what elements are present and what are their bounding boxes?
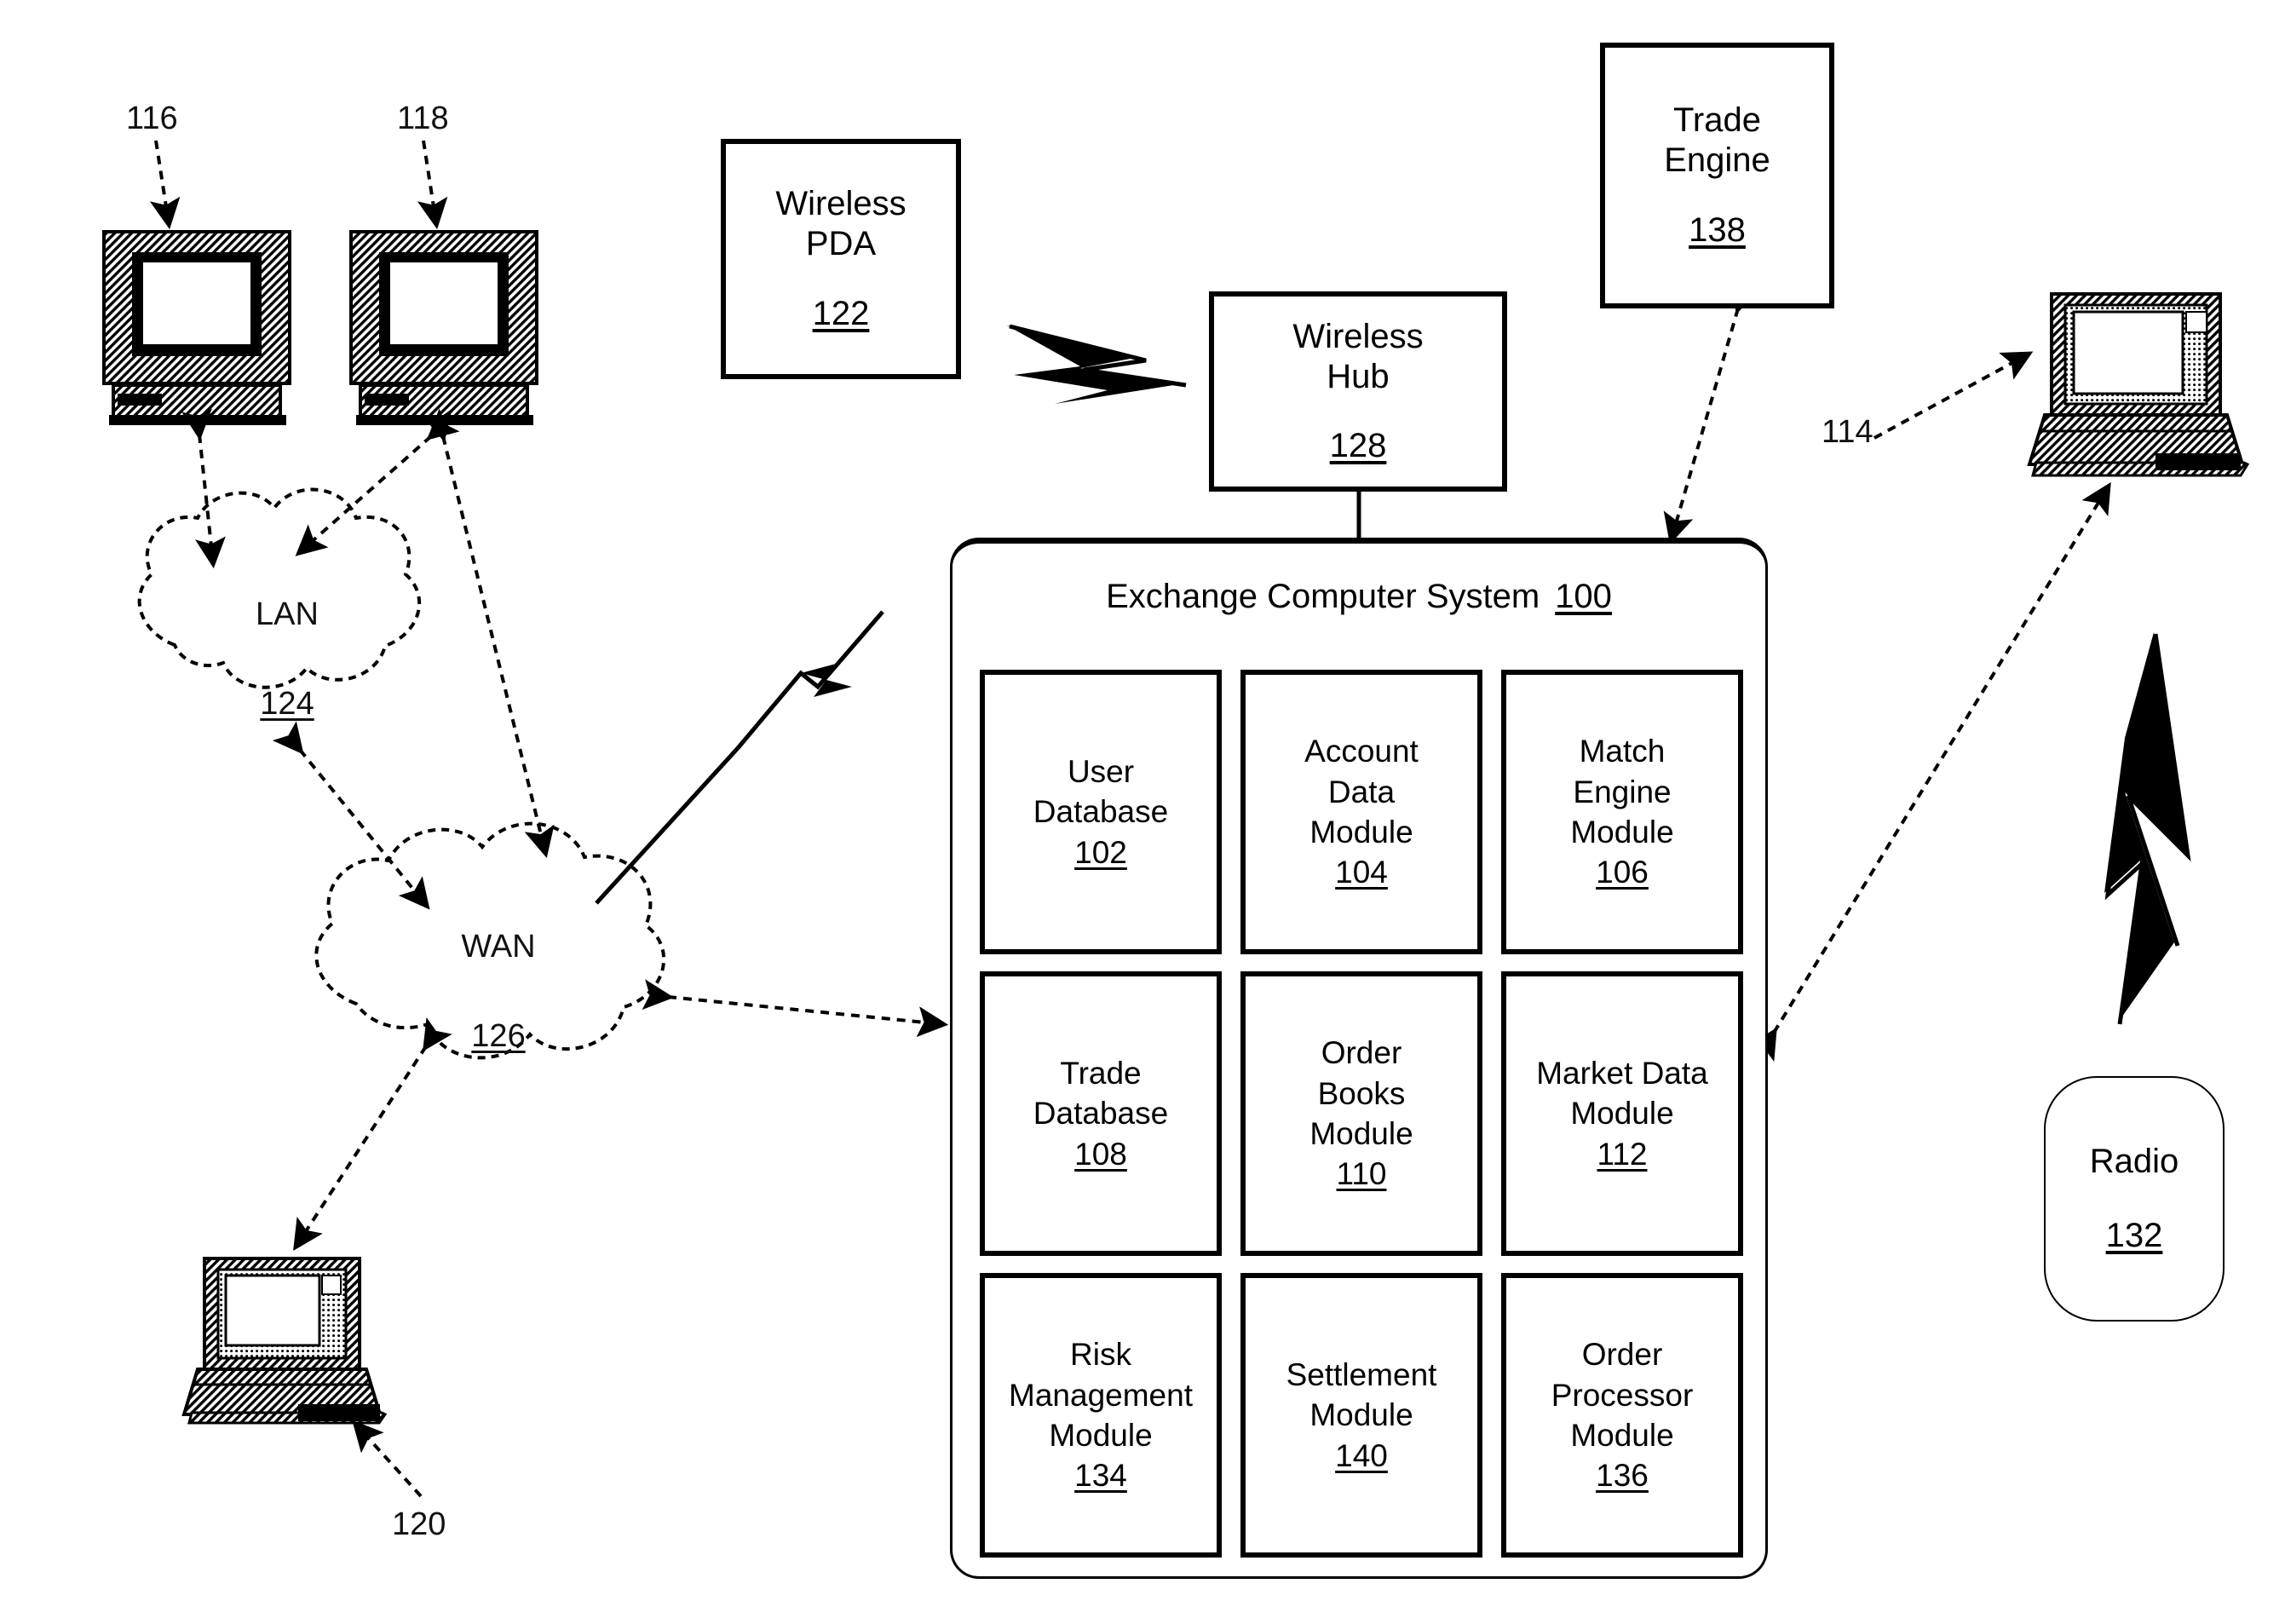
module-refnum: 136 xyxy=(1596,1458,1649,1494)
wireless-link-bolt-icon xyxy=(1007,324,1187,404)
trade-engine-refnum: 138 xyxy=(1689,210,1746,249)
module-refnum: 106 xyxy=(1596,855,1649,890)
exchange-system-refnum: 100 xyxy=(1555,578,1612,615)
refnum-114: 114 xyxy=(1822,414,1873,450)
trade-engine-line1: Trade xyxy=(1672,101,1761,140)
radio-label: Radio xyxy=(2089,1143,2179,1180)
wireless-hub-node: Wireless Hub 128 xyxy=(1209,291,1507,492)
radio-refnum: 132 xyxy=(2105,1217,2163,1254)
module-match-engine: Match Engine Module 106 xyxy=(1501,670,1743,954)
module-line3: Module xyxy=(1570,1418,1674,1453)
exchange-system-title-row: Exchange Computer System 100 xyxy=(953,578,1765,616)
module-settlement: Settlement Module 140 xyxy=(1240,1273,1482,1558)
module-line2: Data xyxy=(1327,774,1396,809)
wireless-pda-node: Wireless PDA 122 xyxy=(721,139,961,379)
module-line1: Settlement xyxy=(1286,1356,1437,1392)
module-line1: Trade xyxy=(1060,1055,1142,1091)
desktop-computer-118-icon xyxy=(349,230,538,425)
module-refnum: 134 xyxy=(1074,1458,1127,1494)
module-line2: Module xyxy=(1309,1397,1413,1433)
module-line1: Match xyxy=(1579,734,1666,769)
module-line2: Module xyxy=(1570,1096,1674,1132)
module-line1: User xyxy=(1067,753,1135,789)
module-risk-management: Risk Management Module 134 xyxy=(980,1273,1222,1558)
trade-engine-node: Trade Engine 138 xyxy=(1600,43,1834,308)
exchange-computer-system-container: Exchange Computer System 100 User Databas… xyxy=(950,538,1768,1579)
module-line3: Module xyxy=(1309,815,1413,849)
module-line1: Order xyxy=(1321,1035,1402,1071)
wireless-pda-refnum: 122 xyxy=(812,294,870,332)
module-refnum: 140 xyxy=(1335,1437,1388,1473)
module-market-data: Market Data Module 112 xyxy=(1501,971,1743,1256)
wireless-hub-refnum: 128 xyxy=(1329,427,1387,465)
module-line1: Account xyxy=(1304,734,1419,769)
wan-cloud-label: WAN xyxy=(461,929,536,965)
module-line2: Database xyxy=(1033,794,1169,830)
wireless-pda-line2: PDA xyxy=(805,225,877,263)
module-line1: Risk xyxy=(1070,1337,1131,1373)
laptop-120-icon xyxy=(181,1257,388,1425)
trade-engine-line2: Engine xyxy=(1664,141,1770,180)
module-line1: Order xyxy=(1581,1337,1663,1373)
patent-figure: Wireless PDA 122 Wireless Hub 128 Trade … xyxy=(0,0,2285,1624)
module-trade-database: Trade Database 108 xyxy=(980,971,1222,1256)
module-line2: Processor xyxy=(1551,1377,1694,1413)
module-line1: Market Data xyxy=(1536,1055,1708,1091)
wireless-hub-line1: Wireless xyxy=(1292,317,1424,355)
radio-node: Radio 132 xyxy=(2044,1076,2225,1322)
module-order-books: Order Books Module 110 xyxy=(1240,971,1482,1256)
module-account-data: Account Data Module 104 xyxy=(1240,670,1482,954)
lan-cloud-label-group: LAN 124 xyxy=(181,596,394,723)
module-line2: Database xyxy=(1033,1096,1169,1132)
module-refnum: 108 xyxy=(1074,1136,1127,1172)
module-line2: Books xyxy=(1317,1075,1406,1111)
module-line3: Module xyxy=(1049,1418,1153,1453)
laptop-114-icon xyxy=(2027,292,2250,477)
module-refnum: 102 xyxy=(1074,834,1127,870)
refnum-118: 118 xyxy=(397,101,449,136)
module-grid: User Database 102 Account Data Module 10… xyxy=(980,670,1743,1558)
module-refnum: 110 xyxy=(1336,1156,1387,1192)
module-refnum: 104 xyxy=(1335,855,1388,890)
wan-cloud-label-group: WAN 126 xyxy=(392,929,605,1055)
module-line2: Engine xyxy=(1573,774,1672,809)
wireless-pda-line1: Wireless xyxy=(775,185,907,223)
module-user-database: User Database 102 xyxy=(980,670,1222,954)
desktop-computer-116-icon xyxy=(102,230,291,425)
radio-link-bolt-icon xyxy=(2104,632,2191,1025)
lan-cloud-label: LAN xyxy=(256,596,319,632)
refnum-116: 116 xyxy=(126,101,178,136)
wireless-hub-line2: Hub xyxy=(1327,357,1390,395)
module-line3: Module xyxy=(1570,815,1674,849)
module-line3: Module xyxy=(1309,1116,1413,1151)
exchange-system-title: Exchange Computer System xyxy=(1106,578,1540,615)
module-line2: Management xyxy=(1009,1377,1193,1413)
refnum-120: 120 xyxy=(392,1506,446,1542)
lan-cloud-refnum: 124 xyxy=(260,686,314,722)
module-refnum: 112 xyxy=(1597,1136,1648,1172)
module-order-processor: Order Processor Module 136 xyxy=(1501,1273,1743,1558)
wan-cloud-refnum: 126 xyxy=(471,1018,526,1054)
